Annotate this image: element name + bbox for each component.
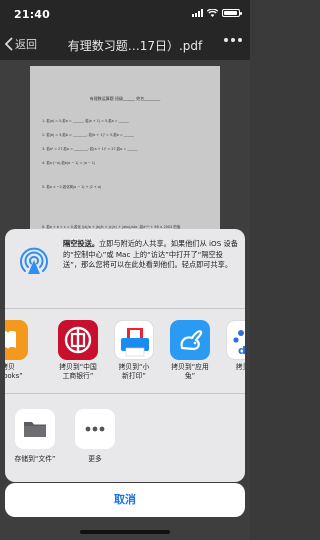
home-indicator[interactable] bbox=[80, 530, 170, 534]
share-app-baidu[interactable]: du 拷贝到 bbox=[221, 320, 245, 372]
navigation-bar: 返回 有理数习题…17日）.pdf bbox=[0, 30, 250, 60]
doc-heading: 有理数运算题 班级______ 姓名________ bbox=[89, 96, 161, 101]
doc-line: 4. 若a·(−a),若b|a − 1| = |a − 1| bbox=[42, 161, 96, 165]
rabbit-icon bbox=[170, 320, 210, 360]
airdrop-title: 隔空投送。 bbox=[63, 239, 99, 248]
svg-text:du: du bbox=[238, 344, 245, 357]
share-app-rabbit[interactable]: 拷贝到“应用 兔” bbox=[165, 320, 215, 381]
share-apps-row: 拷贝“iBooks” 拷贝到“中国工商银行” bbox=[5, 310, 245, 394]
dot-icon bbox=[238, 38, 242, 42]
doc-line: 1. 若|a| = 5,若a = ______, 若|a + 1| = 5,若a… bbox=[42, 119, 129, 123]
action-icon-tile bbox=[75, 409, 115, 449]
share-app-label: 拷贝到“中国 工商银行” bbox=[59, 363, 97, 380]
airdrop-icon bbox=[20, 247, 48, 274]
back-button[interactable]: 返回 bbox=[4, 36, 37, 52]
dot-icon bbox=[231, 38, 235, 42]
action-icon-tile bbox=[15, 409, 55, 449]
share-app-label: 拷贝“iBooks” bbox=[5, 363, 23, 380]
folder-icon bbox=[24, 422, 46, 437]
more-options-button[interactable] bbox=[224, 38, 242, 42]
status-icons bbox=[192, 9, 242, 17]
baidu-icon: du bbox=[226, 320, 245, 360]
share-app-label: 拷贝到“应用 兔” bbox=[171, 363, 209, 380]
back-label: 返回 bbox=[15, 38, 37, 51]
battery-level bbox=[224, 11, 237, 15]
share-app-label: 拷贝到“小 新打印” bbox=[118, 363, 150, 380]
more-actions-button[interactable]: 更多 bbox=[65, 409, 125, 463]
doc-line: 3. 若a² = 27,若a = ________; 若(a + 1)² = 2… bbox=[42, 147, 138, 151]
share-app-printer[interactable]: 拷贝到“小 新打印” bbox=[109, 320, 159, 381]
action-label: 存储到“文件” bbox=[14, 455, 56, 463]
document-title: 有理数习题…17日）.pdf bbox=[67, 39, 203, 53]
cancel-button[interactable]: 取消 bbox=[5, 483, 245, 517]
dot-icon bbox=[224, 38, 228, 42]
chevron-left-icon bbox=[4, 37, 13, 51]
save-to-files-button[interactable]: 存储到“文件” bbox=[5, 409, 65, 463]
wifi-icon bbox=[207, 9, 218, 17]
status-time: 21:40 bbox=[14, 8, 51, 21]
more-icon bbox=[85, 426, 105, 432]
doc-line: 5. 若a < −2,若化简|a − 1| + |2 + a| bbox=[42, 185, 102, 189]
airdrop-section[interactable]: 隔空投送。立即与附近的人共享。如果他们从 iOS 设备的“控制中心”或 Mac … bbox=[5, 229, 245, 309]
share-app-ibooks[interactable]: 拷贝“iBooks” bbox=[5, 320, 33, 381]
status-bar: 21:40 bbox=[0, 0, 250, 30]
cellular-signal-icon bbox=[192, 9, 203, 17]
airdrop-description: 隔空投送。立即与附近的人共享。如果他们从 iOS 设备的“控制中心”或 Mac … bbox=[63, 239, 239, 271]
share-sheet: 隔空投送。立即与附近的人共享。如果他们从 iOS 设备的“控制中心”或 Mac … bbox=[5, 229, 245, 482]
icbc-icon bbox=[58, 320, 98, 360]
share-actions-row: 存储到“文件” 更多 bbox=[5, 395, 245, 482]
doc-line: 2. 若|b| = 3,若b = ________, 若|b + 1|² = 5… bbox=[42, 133, 134, 137]
action-label: 更多 bbox=[88, 455, 102, 463]
battery-icon bbox=[222, 9, 242, 17]
printer-icon bbox=[114, 320, 154, 360]
share-app-label: 拷贝到 bbox=[235, 363, 245, 371]
ibooks-icon bbox=[5, 320, 28, 360]
share-app-icbc[interactable]: 拷贝到“中国 工商银行” bbox=[53, 320, 103, 381]
